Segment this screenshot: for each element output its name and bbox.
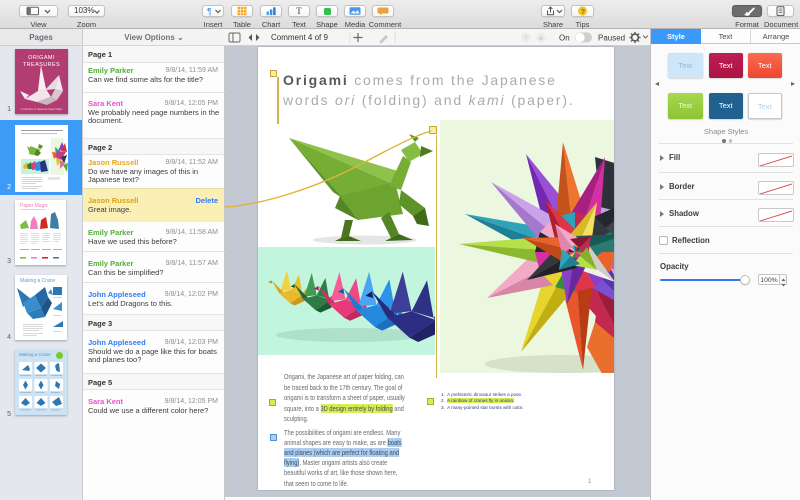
svg-text:?: ?	[581, 7, 586, 16]
svg-text:On: On	[559, 34, 570, 43]
svg-text:Paused: Paused	[598, 34, 625, 43]
svg-text:¶: ¶	[207, 7, 212, 17]
